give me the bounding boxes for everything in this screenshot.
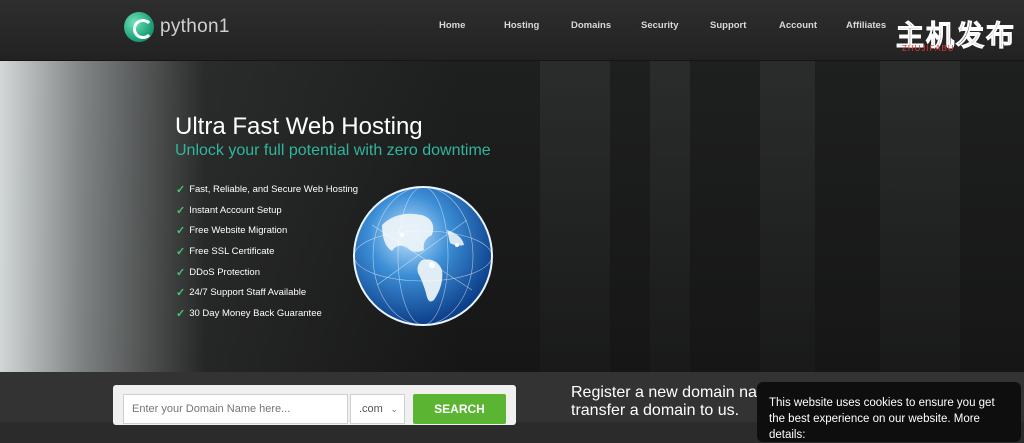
server-rack-bg xyxy=(650,61,690,372)
cookie-notice: This website uses cookies to ensure you … xyxy=(757,382,1021,442)
feature-item: ✓ 24/7 Support Staff Available xyxy=(176,282,358,303)
check-icon: ✓ xyxy=(176,204,186,217)
feature-item: ✓ Free SSL Certificate xyxy=(176,241,358,262)
feature-label: DDoS Protection xyxy=(189,266,260,278)
hero-subtitle: Unlock your full potential with zero dow… xyxy=(175,142,491,159)
chevron-down-icon: ⌄ xyxy=(390,403,398,414)
nav-hosting[interactable]: Hosting xyxy=(504,20,539,31)
check-icon: ✓ xyxy=(176,245,186,258)
globe-icon xyxy=(353,186,493,326)
logo-text: python1 xyxy=(160,16,230,37)
check-icon: ✓ xyxy=(176,183,186,196)
nav-domains[interactable]: Domains xyxy=(571,20,611,31)
feature-item: ✓ DDoS Protection xyxy=(176,262,358,283)
register-domain-text: Register a new domain name or transfer a… xyxy=(571,384,771,420)
site-header: python1 Home Hosting Domains Security Su… xyxy=(0,0,1024,61)
logo[interactable]: python1 xyxy=(124,12,230,42)
tld-value: .com xyxy=(359,403,383,415)
hero-title: Ultra Fast Web Hosting xyxy=(175,113,423,140)
feature-label: 24/7 Support Staff Available xyxy=(189,287,307,299)
check-icon: ✓ xyxy=(176,225,186,238)
check-icon: ✓ xyxy=(176,266,186,279)
feature-item: ✓ Instant Account Setup xyxy=(176,200,358,221)
domain-search-input[interactable] xyxy=(123,394,348,424)
domain-search-box: .com ⌄ SEARCH xyxy=(113,385,516,425)
logo-icon xyxy=(124,12,154,42)
register-line-1: Register a new domain name or xyxy=(571,384,757,401)
watermark-logo: 主机发布 ZHUJIFABU xyxy=(895,14,1016,54)
feature-item: ✓ 30 Day Money Back Guarantee xyxy=(176,303,358,324)
check-icon: ✓ xyxy=(176,307,186,320)
server-rack-bg xyxy=(760,61,815,372)
feature-label: Free SSL Certificate xyxy=(189,245,275,257)
nav-security[interactable]: Security xyxy=(641,20,679,31)
feature-list: ✓ Fast, Reliable, and Secure Web Hosting … xyxy=(176,179,358,324)
feature-item: ✓ Free Website Migration xyxy=(176,220,358,241)
watermark-subtext: ZHUJIFABU xyxy=(902,44,955,53)
server-rack-bg xyxy=(880,61,960,372)
hero-banner: Ultra Fast Web Hosting Unlock your full … xyxy=(0,61,1024,372)
cookie-text: This website uses cookies to ensure you … xyxy=(769,397,995,441)
feature-label: Free Website Migration xyxy=(189,225,288,237)
nav-home[interactable]: Home xyxy=(439,20,465,31)
register-line-2: transfer a domain to us. xyxy=(571,402,740,419)
nav-affiliates[interactable]: Affiliates xyxy=(846,20,886,31)
nav-account[interactable]: Account xyxy=(779,20,817,31)
feature-item: ✓ Fast, Reliable, and Secure Web Hosting xyxy=(176,179,358,200)
nav-support[interactable]: Support xyxy=(710,20,746,31)
feature-label: Fast, Reliable, and Secure Web Hosting xyxy=(189,183,359,195)
feature-label: Instant Account Setup xyxy=(189,204,282,216)
check-icon: ✓ xyxy=(176,287,186,300)
feature-label: 30 Day Money Back Guarantee xyxy=(189,307,322,319)
server-rack-bg xyxy=(540,61,610,372)
tld-select[interactable]: .com ⌄ xyxy=(350,394,405,424)
search-button[interactable]: SEARCH xyxy=(413,394,506,424)
